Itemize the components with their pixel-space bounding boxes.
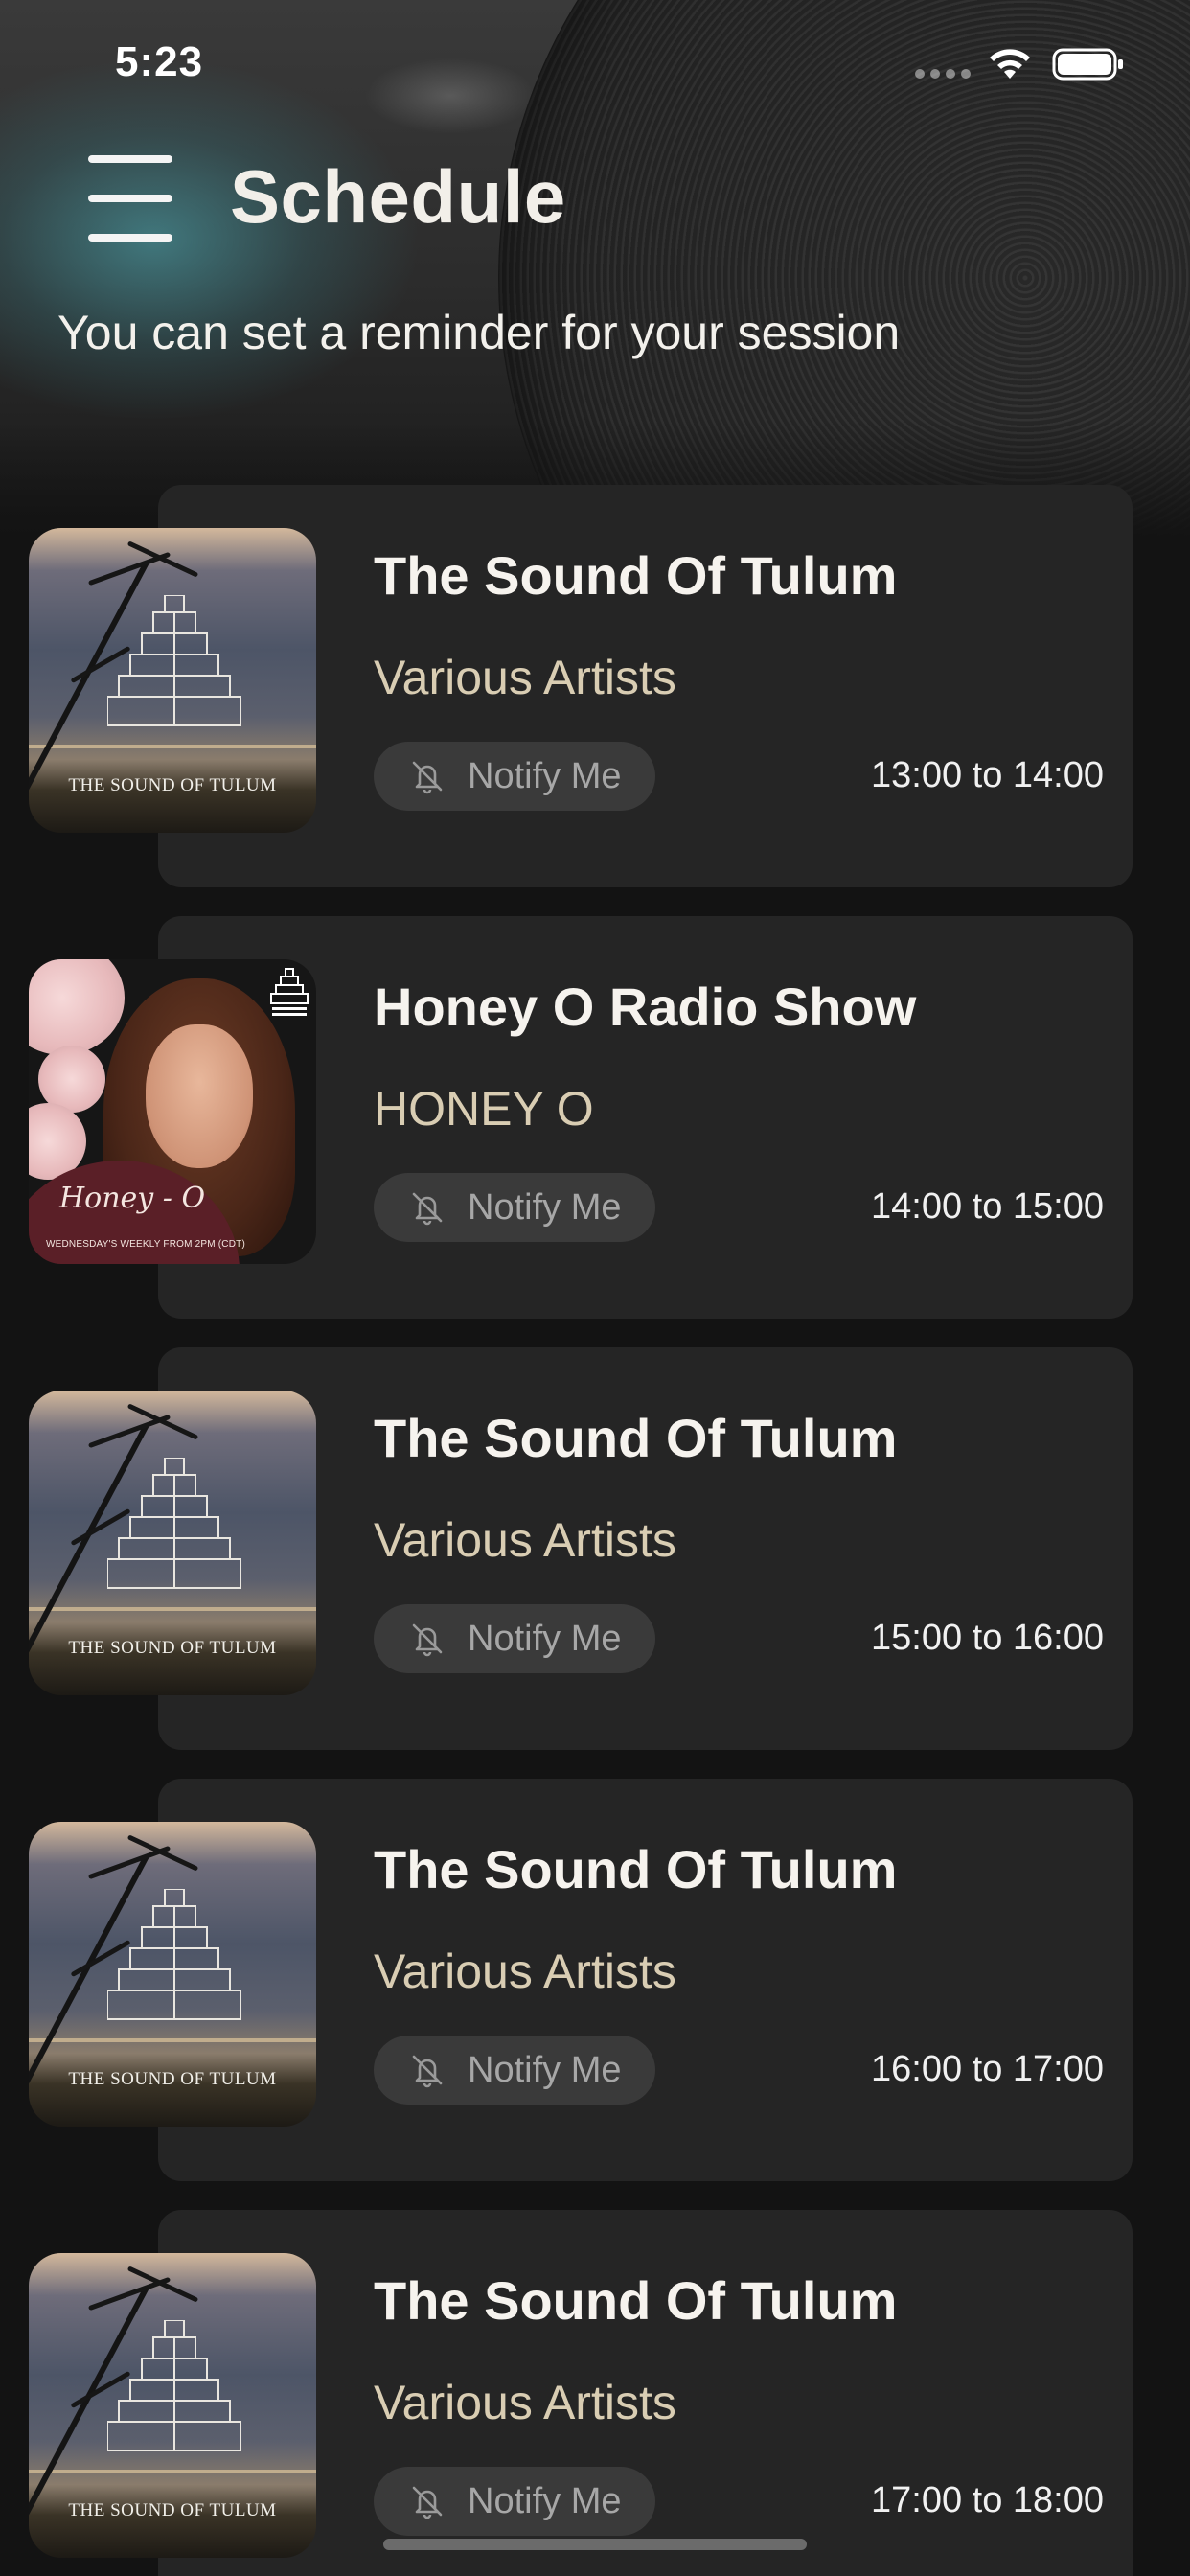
battery-icon <box>1052 48 1123 80</box>
artwork-caption: THE SOUND OF TULUM <box>68 2069 277 2089</box>
session-title: Honey O Radio Show <box>374 977 917 1037</box>
pyramid-logo <box>107 1458 241 1589</box>
notify-label: Notify Me <box>468 1186 622 1228</box>
notify-label: Notify Me <box>468 2480 622 2521</box>
notify-me-button[interactable]: Notify Me <box>374 2467 655 2536</box>
session-time-range: 14:00 to 15:00 <box>871 1186 1104 1227</box>
session-artist: Various Artists <box>374 1513 676 1567</box>
session-title: The Sound Of Tulum <box>374 1408 898 1468</box>
notify-label: Notify Me <box>468 1618 622 1659</box>
pyramid-logo <box>107 595 241 726</box>
session-cover-art: THE SOUND OF TULUM <box>29 528 316 833</box>
artwork-caption: THE SOUND OF TULUM <box>68 775 277 795</box>
session-item[interactable]: THE SOUND OF TULUM The Sound Of Tulum Va… <box>0 485 1190 887</box>
session-title: The Sound Of Tulum <box>374 2270 898 2331</box>
notify-label: Notify Me <box>468 755 622 796</box>
artwork-caption: WEDNESDAY'S WEEKLY FROM 2PM (CDT) <box>46 1239 245 1250</box>
session-item[interactable]: Honey - O WEDNESDAY'S WEEKLY FROM 2PM (C… <box>0 916 1190 1319</box>
bell-off-icon <box>412 761 443 794</box>
cellular-signal-icon <box>915 69 971 79</box>
page-subtitle: You can set a reminder for your session <box>57 306 901 359</box>
session-cover-art: THE SOUND OF TULUM <box>29 1391 316 1695</box>
notify-me-button[interactable]: Notify Me <box>374 2036 655 2104</box>
notify-me-button[interactable]: Notify Me <box>374 1173 655 1242</box>
session-cover-art: THE SOUND OF TULUM <box>29 2253 316 2558</box>
session-title: The Sound Of Tulum <box>374 1839 898 1899</box>
tulum-artwork: THE SOUND OF TULUM <box>29 2253 316 2558</box>
session-artist: Various Artists <box>374 1944 676 1998</box>
session-title: The Sound Of Tulum <box>374 545 898 606</box>
bell-off-icon <box>412 2486 443 2519</box>
artwork-script-title: Honey - O <box>59 1182 206 1215</box>
session-artist: Various Artists <box>374 651 676 704</box>
schedule-screen: 5:23 Schedule You can set a reminder for… <box>0 0 1190 2576</box>
wifi-icon <box>990 49 1030 79</box>
status-bar: 5:23 <box>0 0 1190 125</box>
bell-off-icon <box>412 1623 443 1657</box>
session-time-range: 16:00 to 17:00 <box>871 2049 1104 2089</box>
session-item[interactable]: THE SOUND OF TULUM The Sound Of Tulum Va… <box>0 1779 1190 2181</box>
session-time-range: 15:00 to 16:00 <box>871 1618 1104 1658</box>
pyramid-logo <box>107 1889 241 2020</box>
home-indicator[interactable] <box>383 2539 807 2550</box>
station-logo-icon <box>270 968 309 1016</box>
session-cover-art: THE SOUND OF TULUM <box>29 1822 316 2127</box>
tulum-artwork: THE SOUND OF TULUM <box>29 1391 316 1695</box>
artwork-caption: THE SOUND OF TULUM <box>68 1638 277 1658</box>
tulum-artwork: THE SOUND OF TULUM <box>29 528 316 833</box>
session-artist: Various Artists <box>374 2376 676 2429</box>
hamburger-menu-icon[interactable] <box>88 155 176 242</box>
bell-off-icon <box>412 2055 443 2088</box>
session-item[interactable]: THE SOUND OF TULUM The Sound Of Tulum Va… <box>0 1347 1190 1750</box>
pyramid-logo <box>107 2320 241 2451</box>
page-title: Schedule <box>230 154 566 239</box>
status-time: 5:23 <box>115 38 204 85</box>
session-time-range: 17:00 to 18:00 <box>871 2480 1104 2520</box>
session-cover-art: Honey - O WEDNESDAY'S WEEKLY FROM 2PM (C… <box>29 959 316 1264</box>
artwork-caption: THE SOUND OF TULUM <box>68 2500 277 2520</box>
session-artist: HONEY O <box>374 1082 594 1136</box>
session-item[interactable]: THE SOUND OF TULUM The Sound Of Tulum Va… <box>0 2210 1190 2576</box>
tulum-artwork: THE SOUND OF TULUM <box>29 1822 316 2127</box>
session-time-range: 13:00 to 14:00 <box>871 755 1104 795</box>
notify-me-button[interactable]: Notify Me <box>374 742 655 811</box>
bell-off-icon <box>412 1192 443 1226</box>
honey-o-artwork: Honey - O WEDNESDAY'S WEEKLY FROM 2PM (C… <box>29 959 316 1264</box>
notify-me-button[interactable]: Notify Me <box>374 1604 655 1673</box>
notify-label: Notify Me <box>468 2049 622 2090</box>
